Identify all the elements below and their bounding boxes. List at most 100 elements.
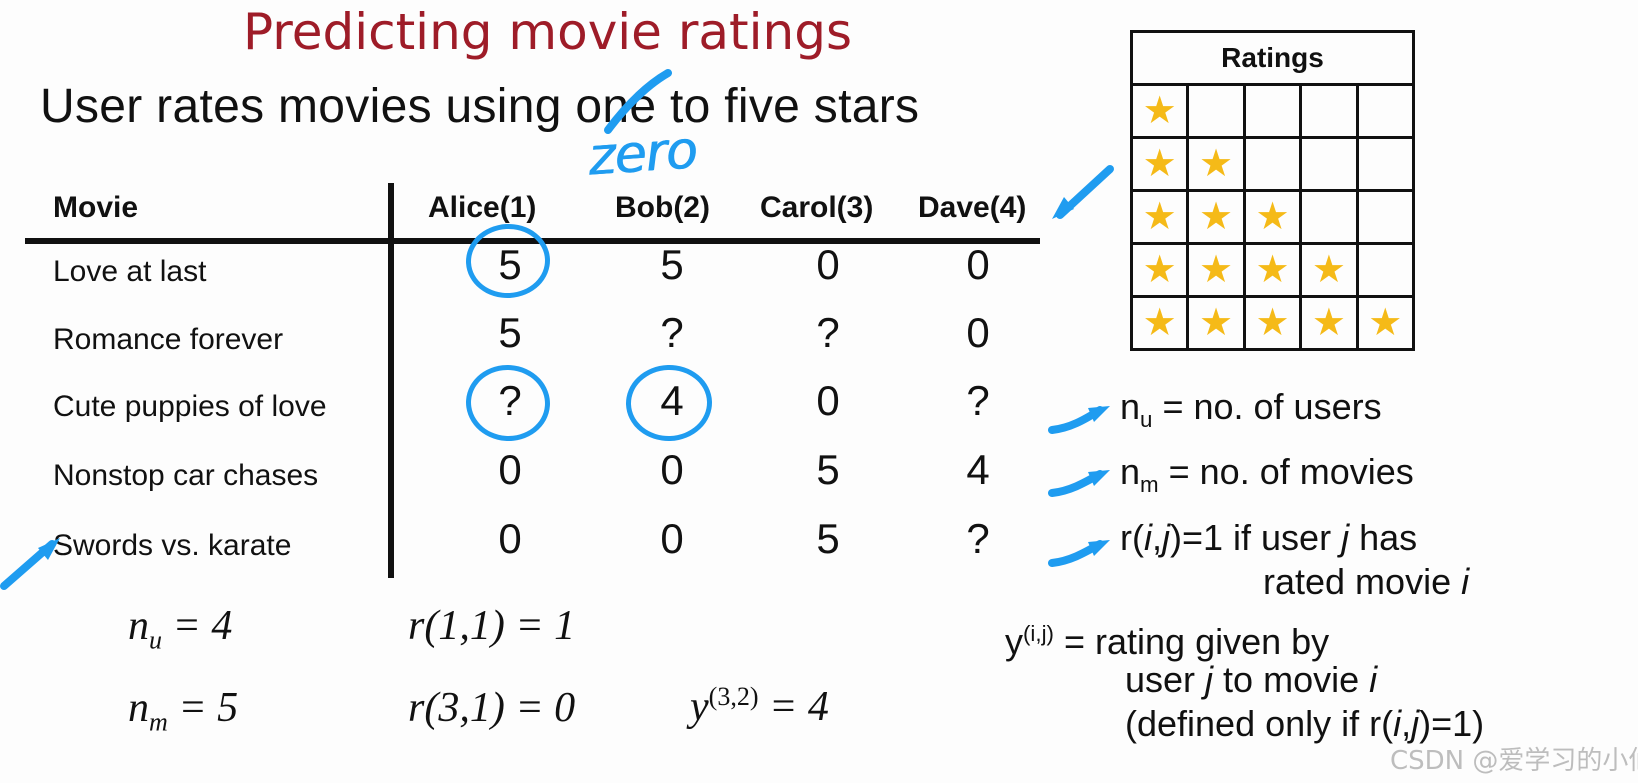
arrow-to-r-note-icon [1048, 540, 1110, 567]
matrix-cell: 0 [966, 309, 990, 356]
table-row-label: Love at last [53, 255, 207, 288]
star-cell: ★ [1242, 189, 1303, 245]
note-r-j: j [1162, 517, 1170, 558]
note-r-c: )=1 if user [1170, 517, 1342, 558]
note-nu-symbol: n [1120, 386, 1141, 427]
matrix-cell: ? [966, 377, 990, 424]
star-cell-empty [1299, 83, 1359, 139]
watermark: CSDN @爱学习的小仙女 [1390, 746, 1638, 776]
star-cell-empty [1355, 136, 1416, 192]
note-r-d: has [1349, 517, 1418, 558]
matrix-cell: 0 [966, 241, 990, 288]
ratings-header-row: Ratings [1130, 30, 1415, 86]
formula-y-sup: (3,2) [708, 682, 759, 711]
list-item: ★ ★ ★ ★ [1129, 242, 1416, 298]
star-cell: ★ [1129, 83, 1190, 139]
matrix-cell: ? [660, 309, 684, 356]
list-item: ★ [1129, 83, 1416, 139]
star-cell-empty [1242, 83, 1303, 139]
star-icon: ★ [1142, 90, 1177, 132]
slide-canvas: Predicting movie ratings User rates movi… [0, 0, 1638, 783]
matrix-header-alice: Alice(1) [428, 191, 537, 224]
arrow-to-nu-note-icon [1048, 406, 1110, 434]
star-cell: ★ [1129, 295, 1190, 351]
star-icon: ★ [1199, 196, 1234, 238]
note-nm-text: = no. of movies [1158, 451, 1414, 492]
note-y2-b: to movie [1213, 659, 1370, 700]
table-row-label: Nonstop car chases [53, 459, 319, 492]
formula-nm: nm = 5 [128, 684, 238, 737]
star-icon: ★ [1311, 249, 1346, 291]
star-icon: ★ [1368, 302, 1403, 344]
formula-y-base: y [690, 684, 709, 730]
star-cell: ★ [1186, 242, 1246, 298]
note-y2-a: user [1125, 659, 1206, 700]
star-cell-empty [1355, 242, 1416, 298]
table-row-label: Romance forever [53, 323, 284, 356]
note-y3-j: j [1411, 703, 1420, 744]
table-row-label: Cute puppies of love [53, 390, 327, 423]
star-icon: ★ [1199, 143, 1234, 185]
subtitle-text: User rates movies using one to five star… [40, 78, 919, 136]
formula-nu-rel: = 4 [162, 603, 233, 649]
subtitle-label: User rates movies using one to five star… [40, 80, 920, 133]
note-y-line1: = rating given by [1053, 621, 1330, 662]
star-cell: ★ [1186, 136, 1246, 192]
star-cell: ★ [1186, 295, 1246, 351]
formula-r-3-1: r(3,1) = 0 [408, 685, 576, 731]
ratings-header: Ratings [1130, 30, 1415, 86]
formula-nu-symbol: n [128, 603, 149, 649]
note-r-i: i [1143, 517, 1152, 558]
note-r-definition: r(i,j)=1 if user j has [1120, 516, 1417, 560]
matrix-header-movie: Movie [53, 191, 139, 224]
star-cell: ★ [1299, 295, 1359, 351]
note-y-sup: (i,j) [1023, 621, 1054, 646]
formula-nu-sub: u [149, 625, 163, 655]
star-icon: ★ [1142, 196, 1177, 238]
star-cell-empty [1186, 83, 1246, 139]
star-icon: ★ [1311, 302, 1346, 344]
matrix-cell: ? [966, 515, 990, 562]
note-y3-a: (defined only if r( [1125, 703, 1394, 744]
note-y-definition-line2: user j to movie i [1125, 658, 1377, 702]
matrix-cell: 0 [498, 446, 522, 493]
note-r-b: , [1151, 517, 1162, 558]
matrix-cell: ? [816, 309, 840, 356]
star-cell-empty [1299, 136, 1359, 192]
note-nu-sub: u [1140, 407, 1153, 433]
matrix-cell: 5 [660, 241, 684, 288]
formula-nm-sub: m [149, 707, 168, 737]
star-cell-empty [1355, 83, 1416, 139]
matrix-cell: 0 [660, 515, 684, 562]
star-cell: ★ [1129, 189, 1190, 245]
note-y3-c: )=1) [1419, 703, 1485, 744]
page-title: Predicting movie ratings [242, 3, 853, 61]
matrix-cell: 5 [816, 446, 840, 493]
star-icon: ★ [1142, 143, 1177, 185]
note-y2-i: i [1369, 659, 1378, 700]
note-nm: nm = no. of movies [1120, 450, 1414, 507]
star-cell: ★ [1242, 242, 1303, 298]
formula-nu: nu = 4 [128, 602, 232, 655]
star-cell: ★ [1242, 295, 1303, 351]
note-nm-symbol: n [1120, 451, 1141, 492]
matrix-cell: 4 [966, 446, 990, 493]
ratings-star-table: Ratings ★ ★ ★ ★ ★ ★ ★ ★ ★ ★ ★ ★ ★ ★ ★ [1129, 30, 1416, 351]
star-cell-empty [1242, 136, 1303, 192]
note-y-definition: y(i,j) = rating given by [1005, 612, 1329, 664]
list-item: ★ ★ ★ [1129, 189, 1416, 245]
matrix-header-bob: Bob(2) [615, 191, 710, 224]
matrix-cell: 0 [660, 446, 684, 493]
formula-r-1-1: r(1,1) = 1 [408, 603, 576, 649]
formula-nm-rel: = 5 [167, 685, 239, 731]
star-icon: ★ [1255, 302, 1290, 344]
note-y2-j: j [1205, 659, 1214, 700]
star-icon: ★ [1142, 302, 1177, 344]
note-r2-i: i [1461, 561, 1470, 602]
star-icon: ★ [1199, 302, 1234, 344]
star-cell: ★ [1186, 189, 1246, 245]
star-cell: ★ [1355, 295, 1416, 351]
matrix-cell: 0 [816, 241, 840, 288]
formula-y-3-2: y(3,2) = 4 [690, 682, 829, 731]
note-nu: nu = no. of users [1120, 385, 1382, 442]
